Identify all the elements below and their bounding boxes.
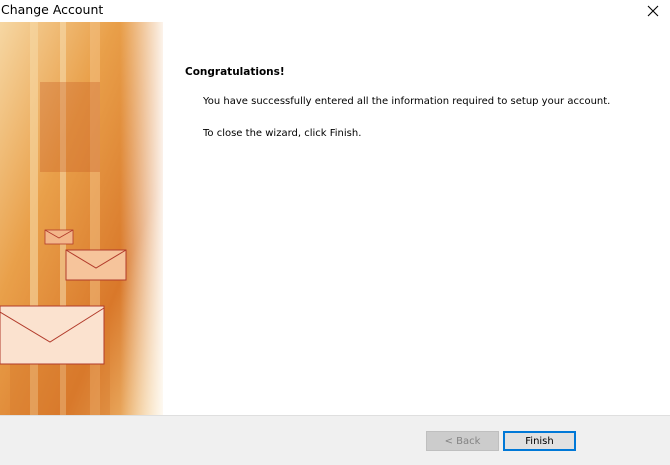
wizard-content: Congratulations! You have successfully e… xyxy=(163,22,670,415)
window-title: Change Account xyxy=(1,2,104,17)
back-button[interactable]: < Back xyxy=(426,431,499,451)
envelope-icon xyxy=(44,229,74,245)
title-bar: Change Account xyxy=(0,0,670,22)
success-message: You have successfully entered all the in… xyxy=(203,96,611,107)
envelope-icon xyxy=(0,305,105,365)
page-heading: Congratulations! xyxy=(185,66,285,78)
envelope-icon xyxy=(65,249,127,281)
close-instruction: To close the wizard, click Finish. xyxy=(203,128,362,139)
close-button[interactable] xyxy=(636,0,670,22)
close-icon xyxy=(647,5,659,17)
wizard-banner-image xyxy=(0,22,163,415)
button-bar: < Back Finish xyxy=(0,415,670,465)
finish-button[interactable]: Finish xyxy=(503,431,576,451)
